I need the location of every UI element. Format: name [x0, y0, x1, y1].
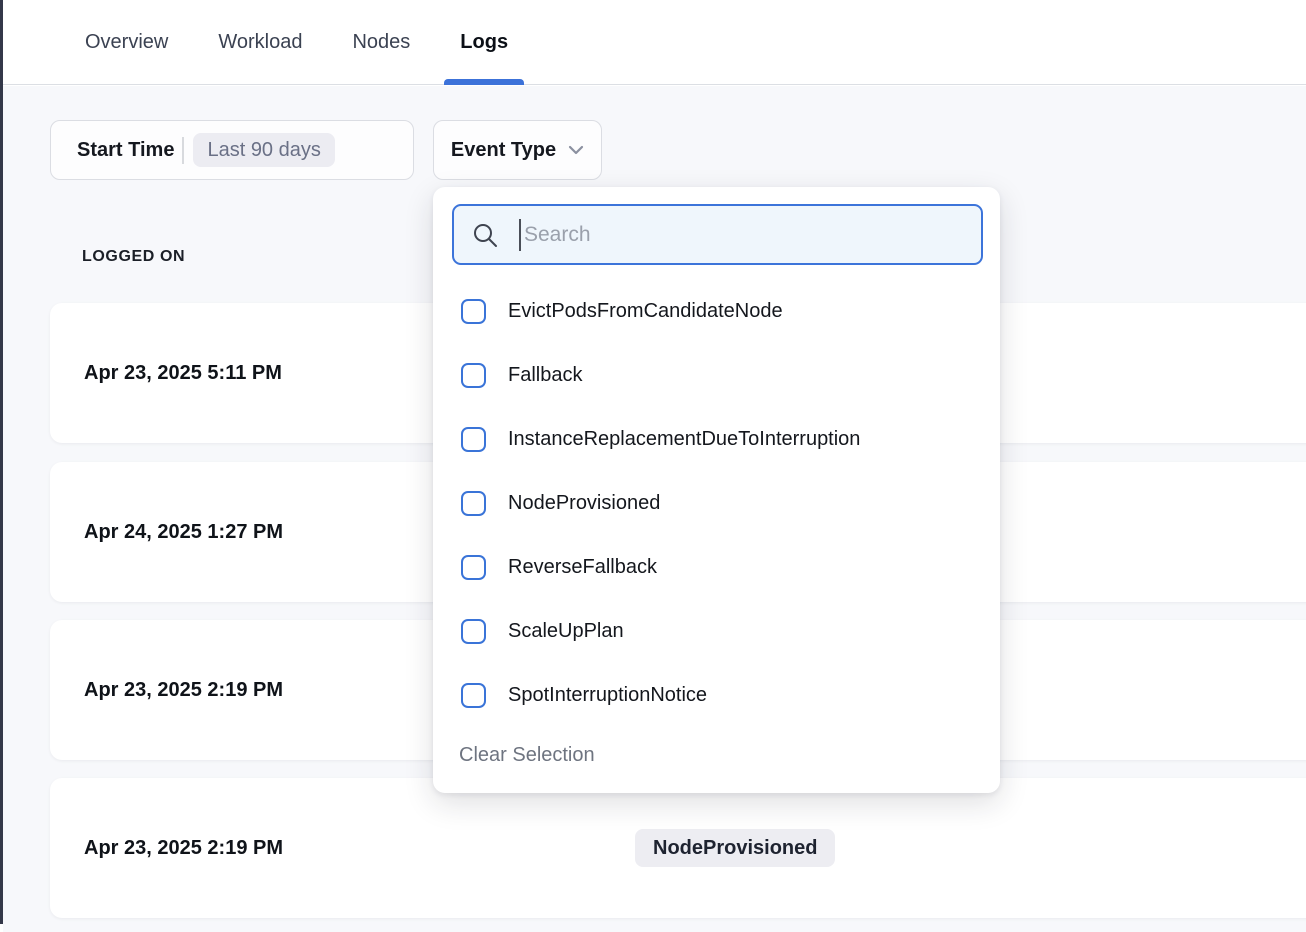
logged-on-cell: Apr 24, 2025 1:27 PM — [50, 521, 283, 544]
checkbox-unchecked[interactable] — [461, 299, 486, 324]
option-label: NodeProvisioned — [508, 492, 660, 515]
option-spotinterruptionnotice[interactable]: SpotInterruptionNotice — [433, 663, 1000, 727]
event-type-filter[interactable]: Event Type — [433, 120, 602, 180]
event-type-options: EvictPodsFromCandidateNode Fallback Inst… — [433, 279, 1000, 727]
search-icon — [471, 221, 499, 249]
table-row[interactable]: Apr 23, 2025 2:19 PM NodeProvisioned — [50, 778, 1306, 918]
clear-selection-button[interactable]: Clear Selection — [459, 735, 595, 775]
option-instancereplacementduetointerruption[interactable]: InstanceReplacementDueToInterruption — [433, 407, 1000, 471]
option-label: Fallback — [508, 364, 582, 387]
search-input[interactable] — [524, 223, 981, 247]
logged-on-cell: Apr 23, 2025 2:19 PM — [50, 837, 283, 860]
checkbox-unchecked[interactable] — [461, 555, 486, 580]
checkbox-unchecked[interactable] — [461, 427, 486, 452]
option-evictpodsfromcandidatenode[interactable]: EvictPodsFromCandidateNode — [433, 279, 1000, 343]
tab-nodes[interactable]: Nodes — [336, 0, 426, 84]
tab-workload[interactable]: Workload — [202, 0, 318, 84]
app-left-edge — [0, 0, 3, 924]
checkbox-unchecked[interactable] — [461, 683, 486, 708]
event-type-badge: NodeProvisioned — [635, 829, 835, 867]
logged-on-cell: Apr 23, 2025 5:11 PM — [50, 362, 282, 385]
chevron-down-icon — [568, 145, 584, 155]
option-fallback[interactable]: Fallback — [433, 343, 1000, 407]
event-type-label: Event Type — [451, 139, 556, 162]
tab-bar: Overview Workload Nodes Logs — [3, 0, 1306, 85]
option-label: SpotInterruptionNotice — [508, 684, 707, 707]
option-nodeprovisioned[interactable]: NodeProvisioned — [433, 471, 1000, 535]
checkbox-unchecked[interactable] — [461, 491, 486, 516]
checkbox-unchecked[interactable] — [461, 619, 486, 644]
tabs: Overview Workload Nodes Logs — [3, 0, 1306, 84]
option-label: ScaleUpPlan — [508, 620, 624, 643]
column-header-logged-on: LOGGED ON — [82, 248, 185, 266]
option-label: ReverseFallback — [508, 556, 657, 579]
option-reversefallback[interactable]: ReverseFallback — [433, 535, 1000, 599]
checkbox-unchecked[interactable] — [461, 363, 486, 388]
start-time-filter[interactable]: Start Time Last 90 days — [50, 120, 414, 180]
option-label: EvictPodsFromCandidateNode — [508, 300, 783, 323]
tab-logs[interactable]: Logs — [444, 0, 524, 84]
option-label: InstanceReplacementDueToInterruption — [508, 428, 860, 451]
filter-divider — [182, 137, 184, 164]
start-time-label: Start Time — [77, 139, 174, 162]
logged-on-cell: Apr 23, 2025 2:19 PM — [50, 679, 283, 702]
tab-overview[interactable]: Overview — [69, 0, 184, 84]
logs-page: { "tabs": [ { "label": "Overview", "acti… — [0, 0, 1306, 932]
text-cursor — [519, 219, 521, 251]
dropdown-search-box[interactable] — [452, 204, 983, 265]
start-time-value-chip[interactable]: Last 90 days — [193, 133, 334, 167]
event-type-dropdown-panel: EvictPodsFromCandidateNode Fallback Inst… — [433, 187, 1000, 793]
option-scaleupplan[interactable]: ScaleUpPlan — [433, 599, 1000, 663]
